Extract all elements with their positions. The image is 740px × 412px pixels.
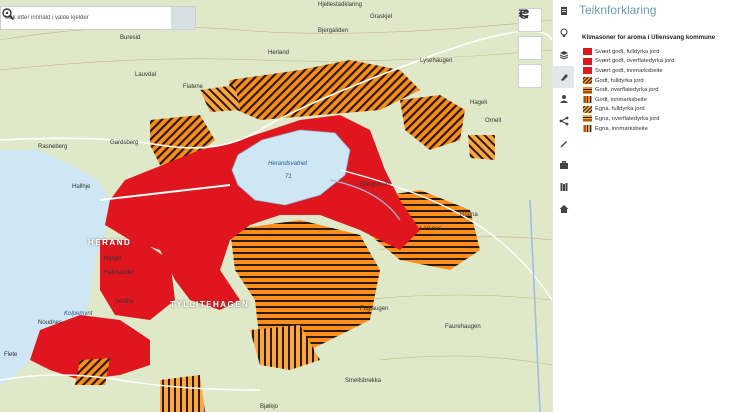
briefcase-icon bbox=[560, 161, 568, 169]
legend-swatch bbox=[583, 125, 592, 133]
climate-zone-suitable[interactable] bbox=[160, 375, 205, 412]
legend-swatch bbox=[583, 86, 592, 94]
legend-swatch bbox=[583, 77, 592, 85]
lake-elevation-label: 71 bbox=[285, 174, 292, 180]
place-label: Bjølkjo bbox=[260, 404, 279, 410]
place-label: Hjellestadklaring bbox=[318, 2, 363, 8]
legend-swatch bbox=[583, 57, 592, 65]
layers-icon bbox=[559, 51, 569, 60]
search-input[interactable] bbox=[1, 6, 171, 30]
legend-list: Svært godt, fulldyrka jord Svært godt, o… bbox=[583, 47, 674, 133]
water-label: Kolpemynt bbox=[64, 311, 93, 317]
place-label: Rodna bbox=[460, 212, 478, 218]
search-location-icon bbox=[2, 8, 15, 21]
legend-swatch bbox=[583, 115, 592, 123]
legend-label: Svært godt, innmarksbeite bbox=[595, 67, 663, 74]
home-icon bbox=[559, 205, 569, 213]
place-label: Graskjel bbox=[370, 14, 393, 20]
place-label: Ornell bbox=[485, 118, 502, 124]
climate-zone-good[interactable] bbox=[75, 358, 110, 385]
map-canvas[interactable] bbox=[0, 0, 552, 412]
legend-label: Egna, innmarksbeite bbox=[595, 125, 648, 132]
rail-draw[interactable] bbox=[553, 132, 575, 154]
legend-item: Egna, fulldyrka jord bbox=[583, 105, 674, 115]
rail-tools[interactable] bbox=[553, 154, 575, 176]
map-toolbar bbox=[518, 8, 542, 92]
books-icon bbox=[560, 183, 568, 191]
place-label: Lysehaugen bbox=[420, 58, 453, 64]
legend-icon bbox=[561, 74, 568, 81]
map-view[interactable]: Hjellestadklaring Bjergaliden Graskjel B… bbox=[0, 0, 552, 412]
place-label: Herland bbox=[268, 50, 290, 56]
place-label-herand: HERAND bbox=[88, 238, 132, 247]
legend-item: Svært godt, fulldyrka jord bbox=[583, 47, 674, 57]
place-label: Seidne bbox=[115, 299, 134, 305]
place-label: Lauvdal bbox=[135, 72, 157, 78]
legend-item: Godt, overflatedyrka jord bbox=[583, 85, 674, 95]
legend-item: Egna, innmarksbeite bbox=[583, 124, 674, 134]
legend-heading: Klimasoner for aroma i Ullensvang kommun… bbox=[582, 34, 716, 41]
rail-person[interactable] bbox=[553, 88, 575, 110]
place-label: Hageli bbox=[470, 100, 488, 106]
pencil-icon bbox=[560, 141, 567, 148]
search-button[interactable] bbox=[2, 7, 195, 29]
lake-label: Herandsvatnet bbox=[268, 161, 308, 167]
place-label: Smellsbrekka bbox=[345, 378, 382, 384]
rail-document[interactable] bbox=[553, 0, 575, 22]
share-rail-icon bbox=[559, 116, 569, 126]
refresh-button[interactable] bbox=[518, 9, 542, 88]
legend-swatch bbox=[583, 105, 592, 113]
legend-item: Godt, fulldyrka jord bbox=[583, 76, 674, 86]
place-label: Noudnes bbox=[38, 320, 63, 326]
place-label: Nesjet bbox=[104, 256, 122, 262]
search-box[interactable] bbox=[0, 6, 196, 30]
rail-layers[interactable] bbox=[553, 44, 575, 66]
rail-legend[interactable] bbox=[553, 66, 575, 88]
place-label: Halvsandet bbox=[104, 270, 135, 276]
place-label: Rasneberg bbox=[38, 144, 68, 150]
lightbulb-icon bbox=[560, 28, 568, 37]
panel-title: Teiknforklaring bbox=[579, 3, 657, 17]
legend-label: Godt, fulldyrka jord bbox=[595, 77, 644, 84]
legend-label: Egna, fulldyrka jord bbox=[595, 106, 645, 113]
legend-label: Godt, innmarksbeite bbox=[595, 96, 647, 103]
refresh-icon bbox=[519, 9, 529, 19]
legend-label: Svært godt, overflatedyrka jord bbox=[595, 58, 675, 65]
place-label: Buresid bbox=[120, 35, 141, 41]
place-label: Bjergaliden bbox=[318, 28, 349, 34]
legend-item: Godt, innmarksbeite bbox=[583, 95, 674, 105]
share-button[interactable] bbox=[518, 9, 542, 60]
place-label-tyllitehagen: TYLLITEHAGEN bbox=[170, 300, 250, 309]
place-label: Faurehaugen bbox=[445, 324, 481, 330]
place-label: Flatene bbox=[183, 84, 204, 90]
legend-swatch bbox=[583, 67, 592, 75]
rail-home[interactable] bbox=[553, 198, 575, 220]
place-label: Gardsberg bbox=[110, 140, 139, 146]
legend-label: Svært godt, fulldyrka jord bbox=[595, 48, 660, 55]
place-label: Ellingsholm bbox=[360, 182, 391, 188]
legend-swatch bbox=[583, 96, 592, 104]
legend-panel: Teiknforklaring Klimasoner for aroma i U… bbox=[574, 0, 740, 412]
rail-lightbulb[interactable] bbox=[553, 22, 575, 44]
document-icon bbox=[561, 7, 567, 15]
climate-zone-suitable[interactable] bbox=[468, 135, 495, 160]
legend-label: Egna, overflatedyrka jord bbox=[595, 115, 660, 122]
place-label: Larsnes bbox=[420, 226, 442, 232]
rail-library[interactable] bbox=[553, 176, 575, 198]
legend-item: Svært godt, innmarksbeite bbox=[583, 66, 674, 76]
side-rail bbox=[552, 0, 575, 412]
place-label: Hallhje bbox=[72, 184, 91, 190]
place-label: Fuglaugen bbox=[360, 306, 389, 312]
legend-item: Egna, overflatedyrka jord bbox=[583, 114, 674, 124]
person-icon bbox=[560, 95, 568, 103]
rail-share[interactable] bbox=[553, 110, 575, 132]
legend-item: Svært godt, overflatedyrka jord bbox=[583, 57, 674, 67]
legend-label: Godt, overflatedyrka jord bbox=[595, 87, 659, 94]
legend-swatch bbox=[583, 48, 592, 56]
place-label: Flete bbox=[4, 352, 18, 358]
